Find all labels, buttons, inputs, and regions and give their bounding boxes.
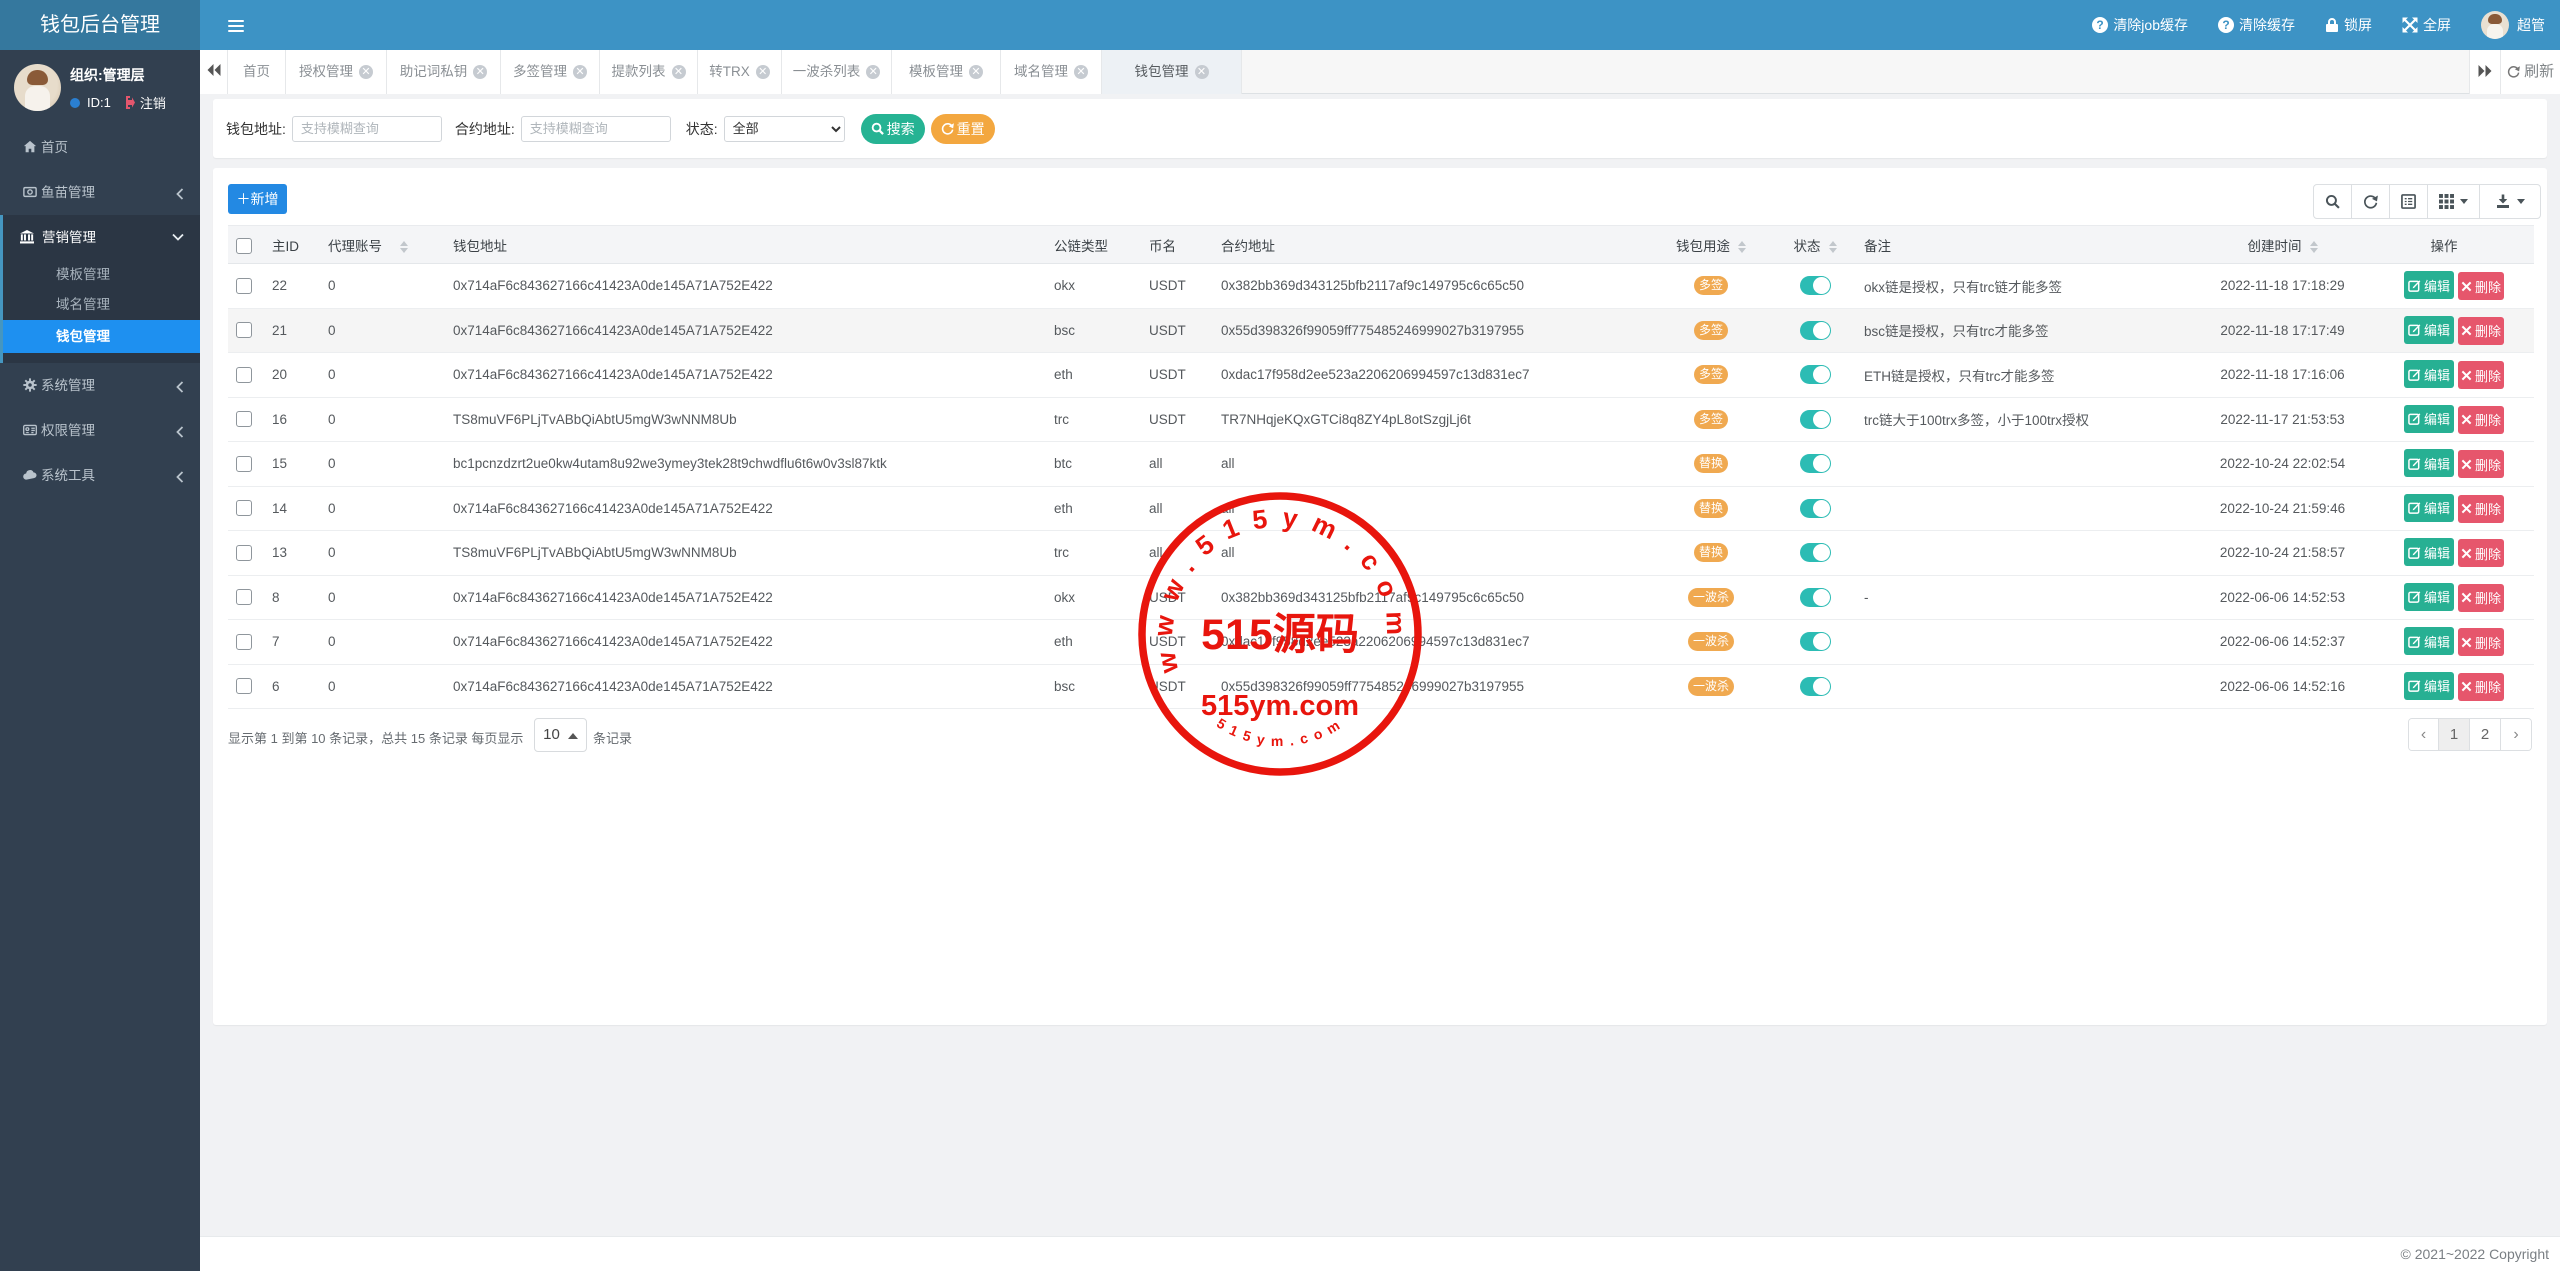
- svg-text:?: ?: [2097, 18, 2104, 32]
- svg-text:?: ?: [2222, 18, 2229, 32]
